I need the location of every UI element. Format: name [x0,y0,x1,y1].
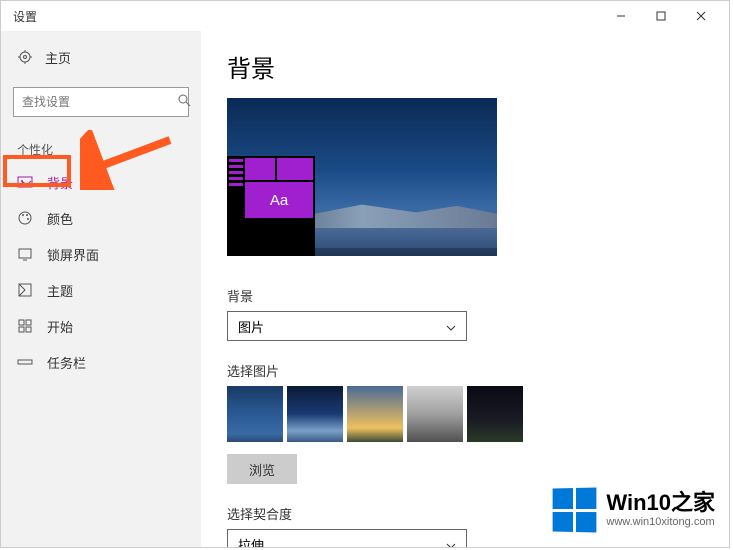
preview-start-strip [227,156,245,256]
window-title: 设置 [13,8,601,25]
background-dropdown[interactable]: 图片 [227,311,467,341]
picture-thumb[interactable] [347,386,403,442]
preview-tile-aa: Aa [245,182,313,218]
start-icon [17,318,33,334]
watermark-text: Win10之家 www.win10xitong.com [606,492,715,528]
sidebar-item-background[interactable]: 背景 [1,164,201,200]
sidebar-item-taskbar[interactable]: 任务栏 [1,344,201,380]
titlebar: 设置 [1,1,729,31]
search-icon [177,93,191,112]
page-heading: 背景 [227,49,703,84]
picture-thumb[interactable] [287,386,343,442]
sidebar-home-label: 主页 [45,48,71,67]
sidebar: 主页 个性化 背景 颜色 锁屏界面 [1,31,201,547]
palette-icon [17,210,33,226]
picture-icon [17,174,33,190]
minimize-button[interactable] [601,2,641,30]
picture-thumbnails [227,386,703,442]
preview-tile [245,158,275,180]
theme-icon [17,282,33,298]
sidebar-item-themes[interactable]: 主题 [1,272,201,308]
picture-thumb[interactable] [227,386,283,442]
sidebar-item-label: 任务栏 [47,353,86,372]
sidebar-item-start[interactable]: 开始 [1,308,201,344]
sidebar-item-label: 主题 [47,281,73,300]
window-body: 主页 个性化 背景 颜色 锁屏界面 [1,31,729,547]
watermark-brand: Win10之家 [606,492,715,514]
sidebar-category: 个性化 [1,127,201,164]
sidebar-item-label: 背景 [47,173,73,192]
taskbar-icon [17,354,33,370]
fit-dropdown[interactable]: 拉伸 [227,529,467,547]
browse-button[interactable]: 浏览 [227,454,297,484]
preview-tile [277,158,313,180]
gear-icon [17,49,33,65]
preview-taskbar [313,248,497,256]
sidebar-home[interactable]: 主页 [1,37,201,77]
search-box[interactable] [13,87,189,117]
settings-window: 设置 主页 [0,0,730,548]
picture-thumb[interactable] [467,386,523,442]
sidebar-item-label: 颜色 [47,209,73,228]
dropdown-value: 拉伸 [238,535,264,548]
search-input[interactable] [22,95,177,109]
windows-logo-icon [553,487,597,532]
sidebar-item-colors[interactable]: 颜色 [1,200,201,236]
close-button[interactable] [681,2,721,30]
desktop-preview: Aa [227,98,497,256]
maximize-button[interactable] [641,2,681,30]
dropdown-value: 图片 [238,317,264,336]
preview-start-menu: Aa [227,156,315,256]
sidebar-item-lockscreen[interactable]: 锁屏界面 [1,236,201,272]
background-label: 背景 [227,286,703,305]
sidebar-item-label: 锁屏界面 [47,245,99,264]
content-area: 背景 Aa 背景 图片 选择图片 [201,31,729,547]
window-controls [601,2,721,30]
picture-thumb[interactable] [407,386,463,442]
chevron-down-icon [446,537,456,548]
lockscreen-icon [17,246,33,262]
preview-tile-grid: Aa [245,156,315,256]
choose-picture-label: 选择图片 [227,361,703,380]
watermark-url: www.win10xitong.com [606,516,715,528]
sidebar-item-label: 开始 [47,317,73,336]
watermark: Win10之家 www.win10xitong.com [552,488,715,532]
chevron-down-icon [446,319,456,334]
